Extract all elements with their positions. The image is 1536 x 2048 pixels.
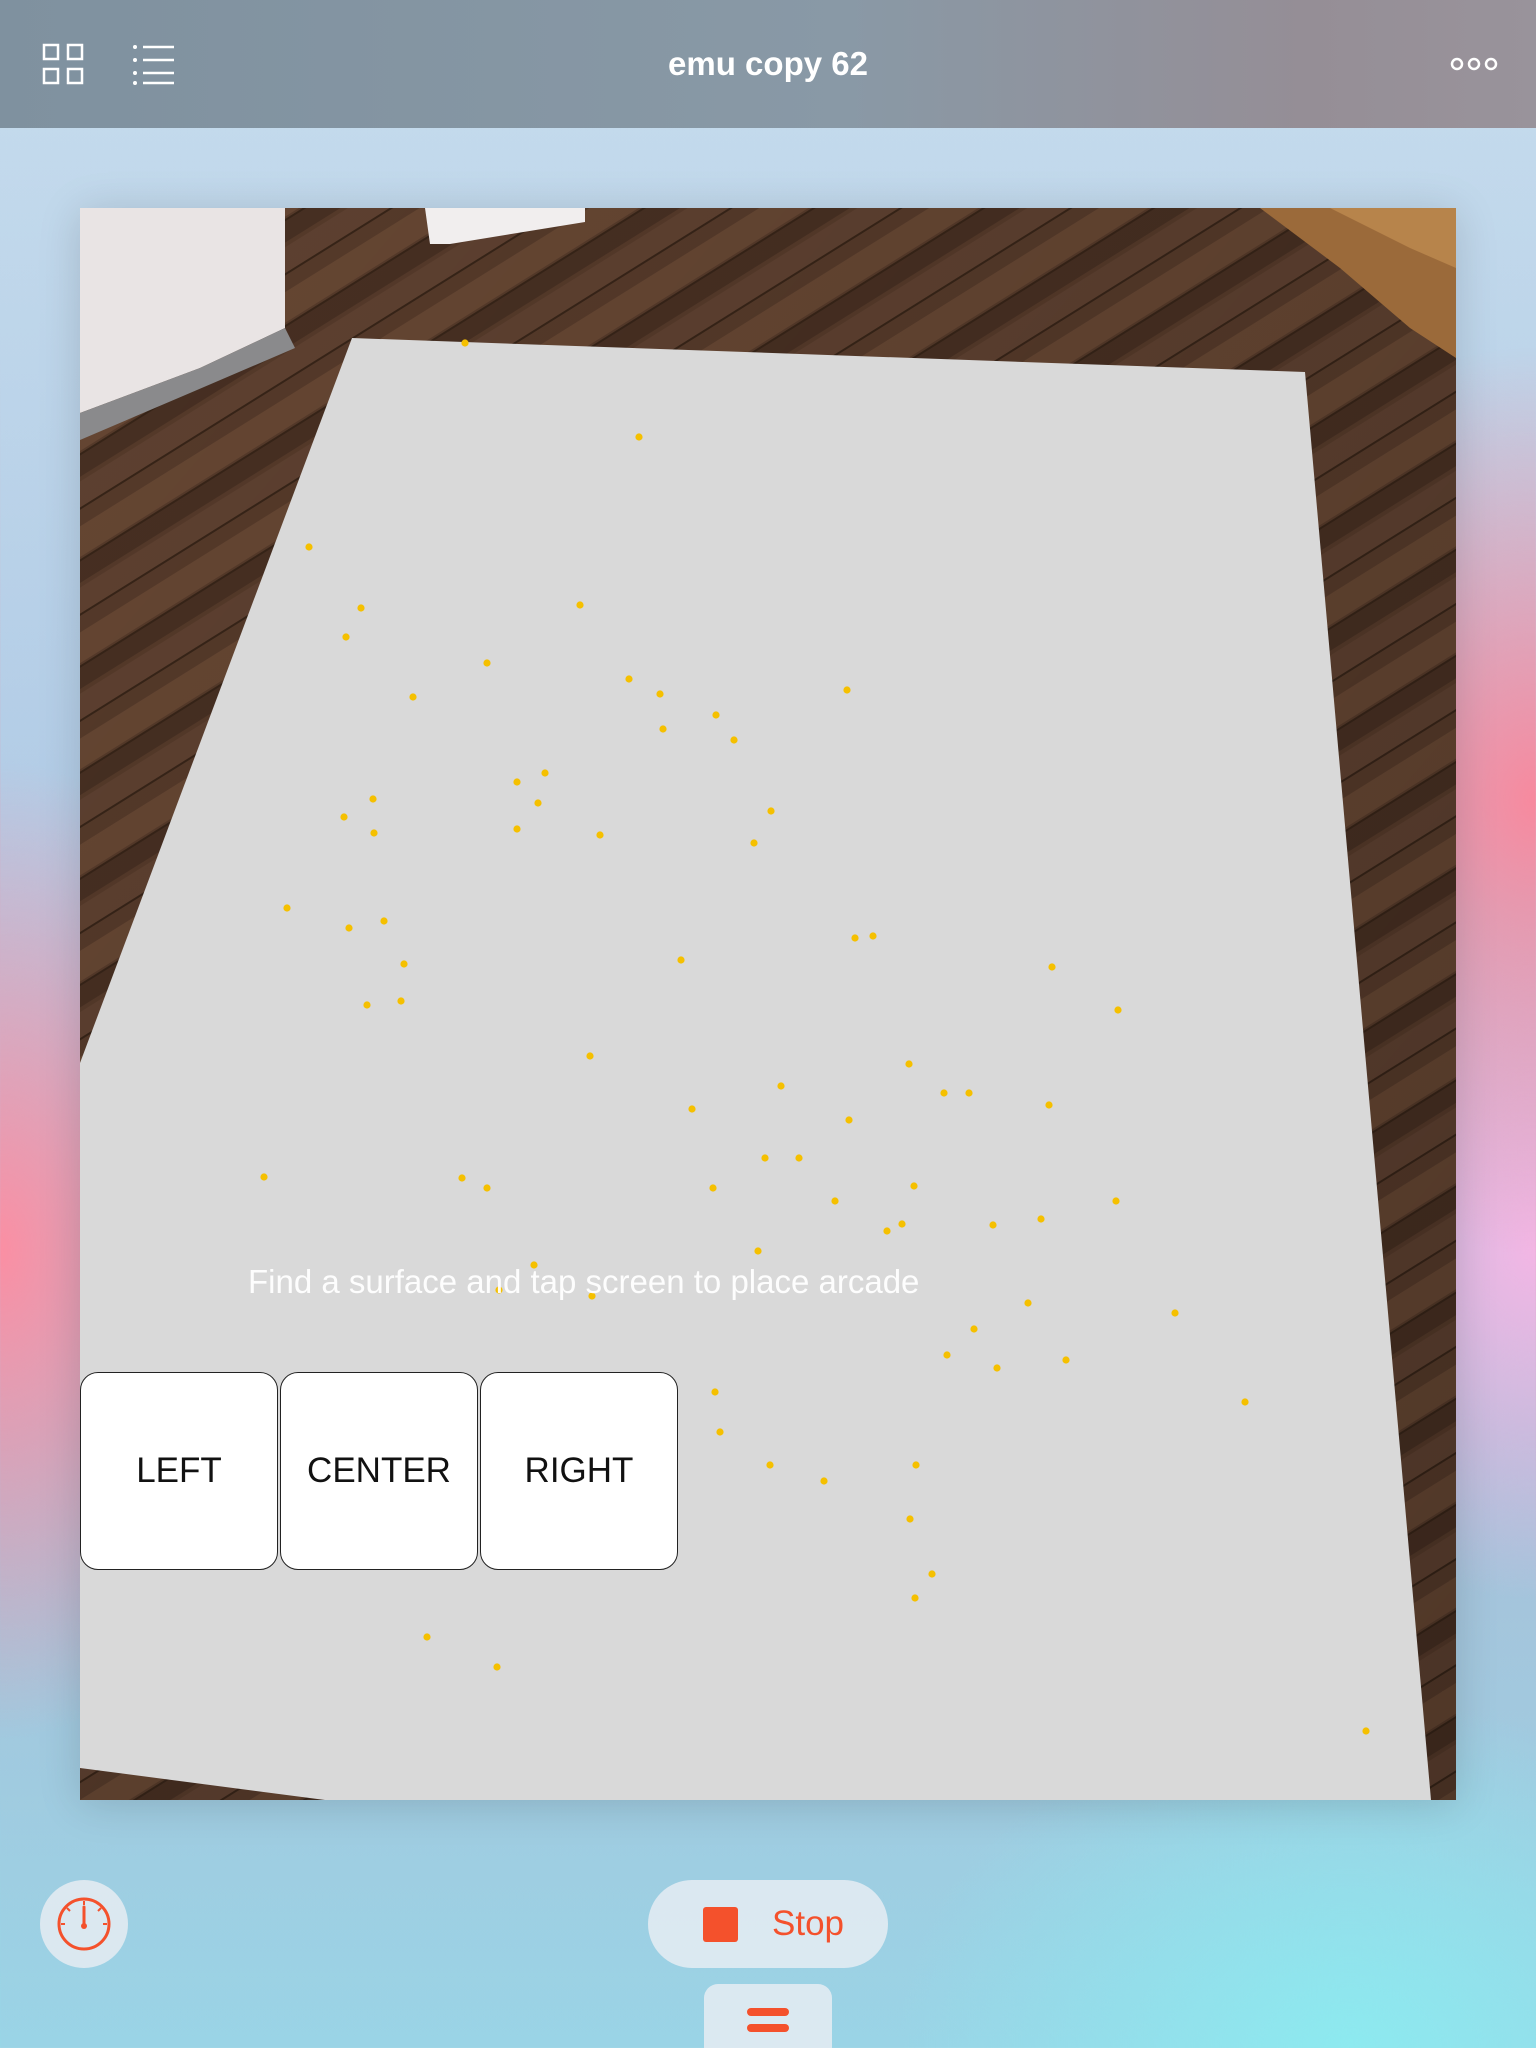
feature-point — [820, 1477, 828, 1485]
more-options-icon[interactable] — [1450, 40, 1498, 88]
feature-point — [380, 917, 388, 925]
feature-point — [777, 1082, 785, 1090]
feature-point — [851, 934, 859, 942]
feature-point — [1171, 1309, 1179, 1317]
feature-point — [1037, 1215, 1045, 1223]
feature-point — [260, 1173, 268, 1181]
speedometer-button[interactable] — [40, 1880, 128, 1968]
right-button[interactable]: RIGHT — [480, 1372, 678, 1570]
speedometer-icon — [57, 1897, 111, 1951]
feature-point — [905, 1060, 913, 1068]
feature-point — [1045, 1101, 1053, 1109]
feature-point — [688, 1105, 696, 1113]
feature-point — [761, 1154, 769, 1162]
feature-point — [767, 807, 775, 815]
feature-point — [369, 795, 377, 803]
stop-button[interactable]: Stop — [648, 1880, 888, 1968]
feature-point — [423, 1633, 431, 1641]
feature-point — [869, 932, 877, 940]
feature-point — [845, 1116, 853, 1124]
feature-point — [677, 956, 685, 964]
feature-point — [342, 633, 350, 641]
feature-point — [483, 1184, 491, 1192]
feature-point — [1024, 1299, 1032, 1307]
feature-point — [283, 904, 291, 912]
feature-point — [340, 813, 348, 821]
feature-point — [943, 1351, 951, 1359]
drag-handle-icon — [747, 2008, 789, 2032]
feature-point — [370, 829, 378, 837]
feature-point — [586, 1052, 594, 1060]
feature-point — [883, 1227, 891, 1235]
feature-point — [576, 601, 584, 609]
feature-point — [1362, 1727, 1370, 1735]
feature-point — [1114, 1006, 1122, 1014]
feature-point — [910, 1182, 918, 1190]
feature-point — [305, 543, 313, 551]
feature-point — [712, 711, 720, 719]
feature-point — [659, 725, 667, 733]
feature-point — [928, 1570, 936, 1578]
feature-point — [989, 1221, 997, 1229]
feature-point — [898, 1220, 906, 1228]
feature-point — [596, 831, 604, 839]
ar-camera-view[interactable]: Find a surface and tap screen to place a… — [80, 208, 1456, 1800]
feature-point — [970, 1325, 978, 1333]
drawer-handle[interactable] — [704, 1984, 832, 2048]
feature-point — [534, 799, 542, 807]
detected-plane — [80, 338, 1431, 1800]
feature-point — [458, 1174, 466, 1182]
feature-point — [1112, 1197, 1120, 1205]
feature-point — [1062, 1356, 1070, 1364]
feature-point — [1241, 1398, 1249, 1406]
feature-point — [635, 433, 643, 441]
stop-label: Stop — [772, 1904, 844, 1943]
feature-point — [461, 339, 469, 347]
feature-point — [345, 924, 353, 932]
page-title: emu copy 62 — [668, 45, 868, 82]
feature-point — [357, 604, 365, 612]
feature-point — [716, 1428, 724, 1436]
feature-point — [709, 1184, 717, 1192]
feature-point — [397, 997, 405, 1005]
feature-point — [795, 1154, 803, 1162]
feature-point — [911, 1594, 919, 1602]
feature-point — [754, 1247, 762, 1255]
feature-point — [493, 1663, 501, 1671]
placement-hint: Find a surface and tap screen to place a… — [248, 1263, 920, 1300]
feature-point — [912, 1461, 920, 1469]
feature-point — [711, 1388, 719, 1396]
feature-point — [541, 769, 549, 777]
feature-point — [831, 1197, 839, 1205]
stop-square-icon — [703, 1907, 738, 1942]
feature-point — [730, 736, 738, 744]
center-button[interactable]: CENTER — [280, 1372, 478, 1570]
feature-point — [625, 675, 633, 683]
feature-point — [513, 778, 521, 786]
feature-point — [513, 825, 521, 833]
feature-point — [906, 1515, 914, 1523]
feature-point — [993, 1364, 1001, 1372]
feature-point — [409, 693, 417, 701]
feature-point — [940, 1089, 948, 1097]
left-button[interactable]: LEFT — [80, 1372, 278, 1570]
feature-point — [363, 1001, 371, 1009]
feature-point — [766, 1461, 774, 1469]
feature-point — [750, 839, 758, 847]
top-bar: emu copy 62 — [0, 0, 1536, 128]
feature-point — [1048, 963, 1056, 971]
feature-point — [483, 659, 491, 667]
feature-point — [965, 1089, 973, 1097]
feature-point — [843, 686, 851, 694]
feature-point — [400, 960, 408, 968]
feature-point — [656, 690, 664, 698]
